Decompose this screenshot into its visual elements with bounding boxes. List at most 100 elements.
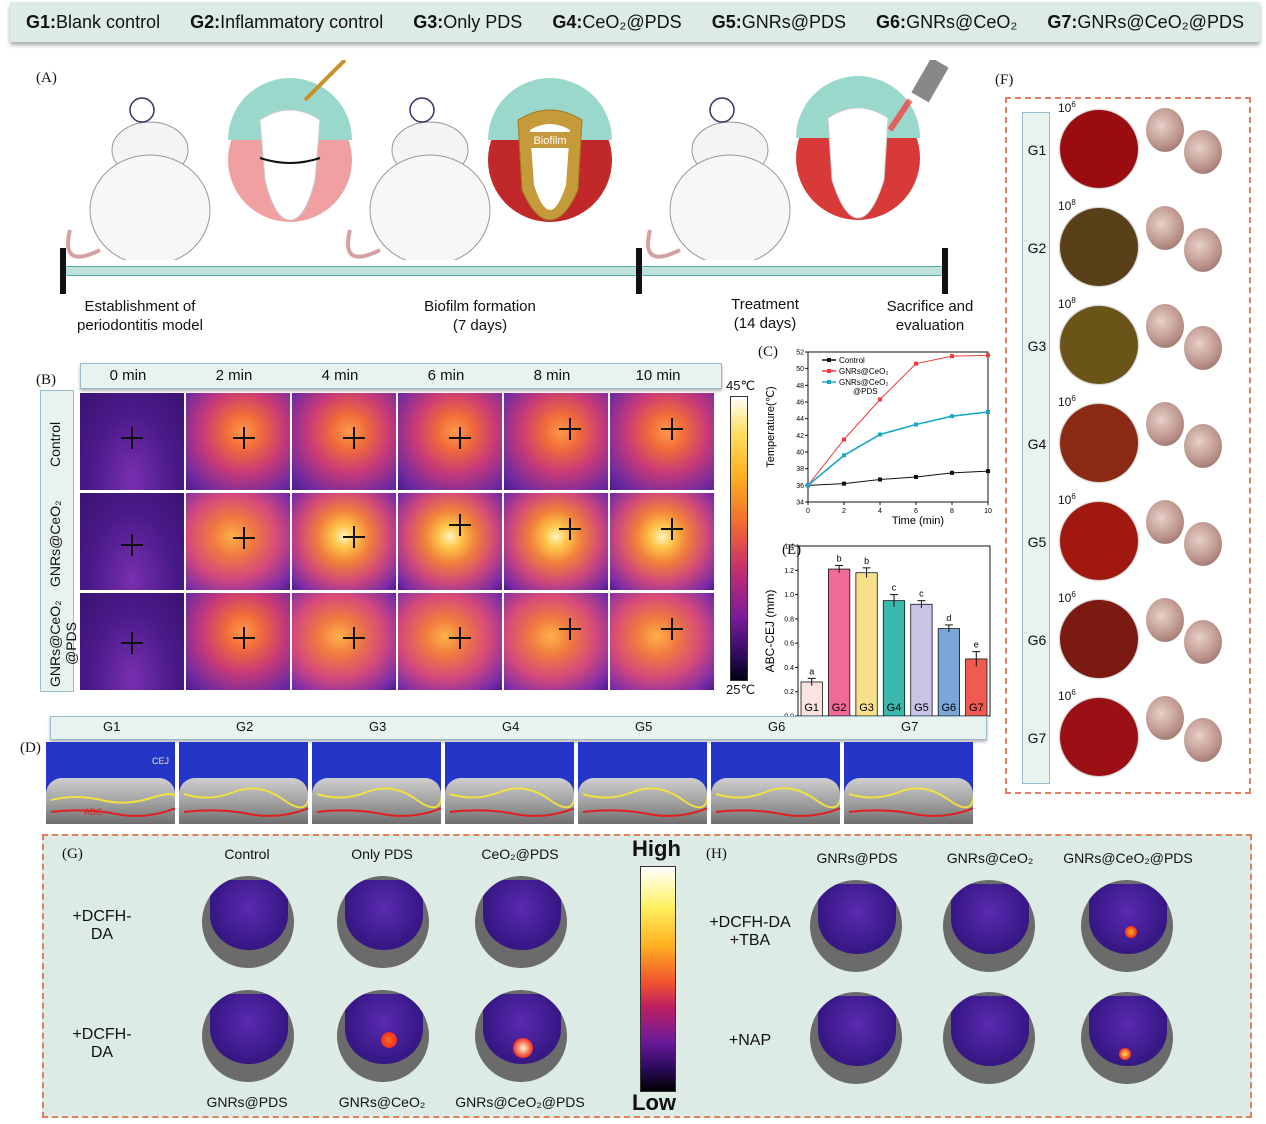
chart-c-point <box>986 353 990 358</box>
timeline-label-text: Establishment of periodontitis model <box>77 298 203 334</box>
tissue-photo <box>1146 402 1184 446</box>
tooth-circle-1 <box>228 60 352 222</box>
panel-f-letter: (F) <box>995 72 1014 88</box>
ros-fluorescence-image <box>337 990 429 1082</box>
abc-cej-bar-chart: 0.00.20.40.60.81.01.21.4ABC-CEJ (mm)aG1b… <box>763 544 991 721</box>
ros-top-label: GNRs@CeO₂ <box>946 850 1034 866</box>
ros-bottom-label: GNRs@CeO₂@PDS <box>455 1094 585 1110</box>
time-label: 4 min <box>321 367 359 384</box>
time-header: 0 min 2 min 4 min 6 min 8 min 10 min <box>80 363 722 389</box>
ros-bottom-label: GNRs@CeO₂ <box>338 1094 426 1110</box>
legend-item: G1:Blank control <box>26 12 160 33</box>
legend-name: GNRs@CeO₂@PDS <box>1077 11 1244 32</box>
fluorescence-hotspot <box>381 1032 397 1048</box>
cej-line <box>449 787 574 809</box>
chart-e-bar <box>828 568 851 717</box>
crosshair-marker <box>121 534 143 556</box>
chart-c-point <box>986 469 990 474</box>
timeline-tick <box>60 248 66 294</box>
chart-e-y-tick-label: 0.6 <box>784 641 794 648</box>
agar-plate <box>1060 306 1138 384</box>
chart-c-legend-label: GNRs@CeO₂ <box>839 367 888 376</box>
ros-row-label: +DCFH-DA +TBA <box>709 914 791 949</box>
ros-fluorescence-image <box>943 992 1035 1084</box>
tissue-photo <box>1146 206 1184 250</box>
chart-c-y-tick-label: 36 <box>796 483 804 490</box>
ros-top-label: CeO₂@PDS <box>481 846 559 862</box>
plate-dilution-base: 10 <box>1058 101 1072 115</box>
ros-scale-high-label: High <box>632 836 681 861</box>
abc-line <box>848 807 973 817</box>
plate-dilution-label: 106 <box>1058 100 1076 115</box>
teeth-group-header: G1 G2 G3 G4 G5 G6 G7 <box>50 716 987 740</box>
plate-dilution-base: 10 <box>1058 493 1072 507</box>
chart-c-point <box>914 361 918 366</box>
tissue-region <box>818 996 896 1066</box>
plate-dilution-exponent: 6 <box>1071 688 1076 697</box>
chart-c-point <box>914 475 918 479</box>
plate-dilution-exponent: 6 <box>1071 492 1076 501</box>
cej-abc-lines <box>50 793 175 817</box>
micro-ct-image <box>578 742 707 824</box>
abc-line <box>449 807 574 817</box>
crosshair-marker <box>343 427 365 449</box>
thermal-frame <box>398 393 502 490</box>
legend-code: G1: <box>26 11 57 32</box>
cej-abc-lines <box>715 787 840 817</box>
crosshair-marker <box>449 627 471 649</box>
chart-e-y-tick-label: 0.4 <box>784 665 794 672</box>
chart-c-point <box>986 410 990 414</box>
thermal-frame <box>292 493 396 590</box>
chart-e-ylabel: ABC-CEJ (mm) <box>763 590 777 673</box>
tooth-circle-3 <box>796 60 949 220</box>
timeline-label-treatment: Treatment (14 days) <box>700 295 830 333</box>
legend-name: CeO₂@PDS <box>582 11 682 32</box>
cej-abc-lines <box>848 787 973 817</box>
tissue-region <box>345 880 423 950</box>
timeline-tick <box>942 248 948 294</box>
time-label: 0 min <box>109 367 147 384</box>
crosshair-marker <box>449 427 471 449</box>
thermal-frame <box>610 393 714 490</box>
time-label: 8 min <box>533 367 571 384</box>
tissue-photo <box>1184 130 1222 174</box>
row-label: Control <box>47 421 63 467</box>
ros-top-label: GNRs@CeO₂@PDS <box>1063 850 1193 866</box>
legend-code: G5: <box>711 11 742 32</box>
tissue-region <box>1089 884 1167 954</box>
plate-group-label: G7 <box>1027 730 1047 746</box>
crosshair-marker <box>559 518 581 540</box>
chart-e-category-label: G1 <box>804 702 819 714</box>
plate-group-label: G3 <box>1027 338 1047 354</box>
thermal-frame <box>186 493 290 590</box>
timeline-label-text: Biofilm formation (7 days) <box>424 298 536 334</box>
thermal-frame <box>504 493 608 590</box>
teeth-group-label: G6 <box>768 719 786 734</box>
cej-line <box>582 787 707 809</box>
ros-fluorescence-image <box>475 876 567 968</box>
chart-c-point <box>950 470 954 475</box>
crosshair-marker <box>233 527 255 549</box>
chart-c-point <box>914 422 918 427</box>
chart-e-bar <box>855 572 878 717</box>
agar-plate <box>1060 600 1138 678</box>
chart-c-point <box>806 483 810 488</box>
cej-line <box>715 787 840 809</box>
crosshair-marker <box>233 627 255 649</box>
micro-ct-image <box>711 742 840 824</box>
timeline-label-text: Treatment (14 days) <box>731 296 799 332</box>
chart-e-bar <box>882 600 906 717</box>
chart-c-series-line <box>807 411 989 486</box>
chart-e-category-label: G5 <box>914 702 929 714</box>
legend-item: G4:CeO₂@PDS <box>552 12 681 33</box>
tissue-photo <box>1146 108 1184 152</box>
chart-c-point <box>842 481 846 486</box>
tissue-photo <box>1184 326 1222 370</box>
thermal-frame <box>398 493 502 590</box>
plate-dilution-exponent: 6 <box>1071 394 1076 403</box>
teeth-group-label: G5 <box>635 719 653 734</box>
ros-row-label: +DCFH-DA <box>72 908 132 943</box>
ros-fluorescence-image <box>810 880 902 972</box>
timeline-bar-2 <box>640 266 948 276</box>
agar-plate <box>1060 502 1138 580</box>
